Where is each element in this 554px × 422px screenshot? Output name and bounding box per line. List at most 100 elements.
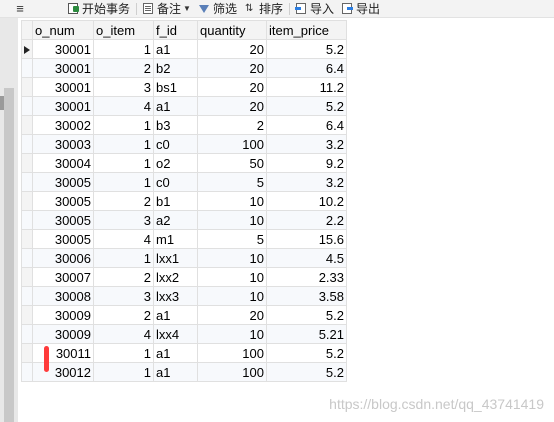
row-indicator[interactable]	[21, 305, 33, 325]
cell-item-price[interactable]: 2.2	[266, 210, 347, 230]
table-row[interactable]: 30002 1 b3 2 6.4	[21, 115, 347, 135]
cell-quantity[interactable]: 100	[197, 134, 267, 154]
cell-o-num[interactable]: 30001	[32, 58, 94, 78]
cell-quantity[interactable]: 5	[197, 172, 267, 192]
cell-o-num[interactable]: 30002	[32, 115, 94, 135]
filter-button[interactable]: 筛选	[195, 0, 241, 17]
cell-o-item[interactable]: 4	[93, 324, 154, 344]
cell-f-id[interactable]: b3	[153, 115, 198, 135]
cell-item-price[interactable]: 5.2	[266, 362, 347, 382]
cell-o-num[interactable]: 30011	[32, 343, 94, 363]
cell-o-item[interactable]: 1	[93, 153, 154, 173]
cell-f-id[interactable]: lxx4	[153, 324, 198, 344]
cell-o-item[interactable]: 3	[93, 286, 154, 306]
cell-o-item[interactable]: 3	[93, 210, 154, 230]
column-header-o-item[interactable]: o_item	[93, 20, 154, 40]
cell-quantity[interactable]: 20	[197, 96, 267, 116]
table-row[interactable]: 30005 1 c0 5 3.2	[21, 172, 347, 192]
table-row[interactable]: 30001 4 a1 20 5.2	[21, 96, 347, 116]
table-row[interactable]: 30005 3 a2 10 2.2	[21, 210, 347, 230]
cell-f-id[interactable]: lxx1	[153, 248, 198, 268]
cell-item-price[interactable]: 3.2	[266, 134, 347, 154]
table-row[interactable]: 30006 1 lxx1 10 4.5	[21, 248, 347, 268]
cell-quantity[interactable]: 2	[197, 115, 267, 135]
cell-quantity[interactable]: 10	[197, 324, 267, 344]
cell-o-num[interactable]: 30001	[32, 39, 94, 59]
cell-o-item[interactable]: 3	[93, 77, 154, 97]
cell-f-id[interactable]: a1	[153, 96, 198, 116]
cell-f-id[interactable]: c0	[153, 172, 198, 192]
row-indicator[interactable]	[21, 324, 33, 344]
cell-o-num[interactable]: 30009	[32, 324, 94, 344]
cell-f-id[interactable]: lxx2	[153, 267, 198, 287]
cell-f-id[interactable]: a2	[153, 210, 198, 230]
menu-icon[interactable]: ≡	[0, 0, 40, 17]
row-indicator[interactable]	[21, 77, 33, 97]
row-indicator[interactable]	[21, 153, 33, 173]
cell-o-num[interactable]: 30001	[32, 96, 94, 116]
cell-item-price[interactable]: 3.58	[266, 286, 347, 306]
cell-o-num[interactable]: 30008	[32, 286, 94, 306]
table-row[interactable]: 30001 3 bs1 20 11.2	[21, 77, 347, 97]
cell-quantity[interactable]: 10	[197, 286, 267, 306]
cell-o-item[interactable]: 1	[93, 362, 154, 382]
import-button[interactable]: 导入	[292, 0, 338, 17]
cell-f-id[interactable]: m1	[153, 229, 198, 249]
cell-item-price[interactable]: 4.5	[266, 248, 347, 268]
cell-f-id[interactable]: a1	[153, 39, 198, 59]
row-indicator[interactable]	[21, 267, 33, 287]
cell-item-price[interactable]: 5.2	[266, 343, 347, 363]
cell-quantity[interactable]: 50	[197, 153, 267, 173]
column-header-f-id[interactable]: f_id	[153, 20, 198, 40]
cell-quantity[interactable]: 100	[197, 362, 267, 382]
table-row[interactable]: 30005 2 b1 10 10.2	[21, 191, 347, 211]
cell-f-id[interactable]: a1	[153, 362, 198, 382]
row-indicator[interactable]	[21, 191, 33, 211]
cell-o-item[interactable]: 1	[93, 39, 154, 59]
cell-item-price[interactable]: 3.2	[266, 172, 347, 192]
cell-o-item[interactable]: 2	[93, 267, 154, 287]
cell-o-num[interactable]: 30005	[32, 172, 94, 192]
cell-o-item[interactable]: 1	[93, 115, 154, 135]
sort-button[interactable]: ⇅ 排序	[241, 0, 287, 17]
row-indicator[interactable]	[21, 343, 33, 363]
row-indicator[interactable]	[21, 115, 33, 135]
cell-quantity[interactable]: 10	[197, 191, 267, 211]
row-indicator[interactable]	[21, 39, 33, 59]
cell-o-num[interactable]: 30005	[32, 210, 94, 230]
table-row[interactable]: 30012 1 a1 100 5.2	[21, 362, 347, 382]
cell-o-item[interactable]: 2	[93, 305, 154, 325]
cell-quantity[interactable]: 20	[197, 77, 267, 97]
note-button[interactable]: 备注 ▼	[139, 0, 195, 17]
cell-f-id[interactable]: a1	[153, 343, 198, 363]
table-row[interactable]: 30008 3 lxx3 10 3.58	[21, 286, 347, 306]
row-indicator[interactable]	[21, 172, 33, 192]
cell-o-item[interactable]: 1	[93, 172, 154, 192]
row-indicator[interactable]	[21, 134, 33, 154]
cell-o-item[interactable]: 1	[93, 134, 154, 154]
row-indicator[interactable]	[21, 96, 33, 116]
cell-f-id[interactable]: b2	[153, 58, 198, 78]
cell-o-num[interactable]: 30007	[32, 267, 94, 287]
cell-item-price[interactable]: 6.4	[266, 115, 347, 135]
column-header-item-price[interactable]: item_price	[266, 20, 347, 40]
cell-quantity[interactable]: 10	[197, 248, 267, 268]
cell-o-item[interactable]: 2	[93, 191, 154, 211]
cell-o-num[interactable]: 30012	[32, 362, 94, 382]
cell-f-id[interactable]: o2	[153, 153, 198, 173]
cell-f-id[interactable]: c0	[153, 134, 198, 154]
cell-o-item[interactable]: 4	[93, 229, 154, 249]
begin-transaction-button[interactable]: 开始事务	[64, 0, 134, 17]
column-header-quantity[interactable]: quantity	[197, 20, 267, 40]
table-row[interactable]: 30001 2 b2 20 6.4	[21, 58, 347, 78]
table-row[interactable]: 30007 2 lxx2 10 2.33	[21, 267, 347, 287]
cell-item-price[interactable]: 2.33	[266, 267, 347, 287]
cell-f-id[interactable]: b1	[153, 191, 198, 211]
cell-item-price[interactable]: 10.2	[266, 191, 347, 211]
cell-o-num[interactable]: 30003	[32, 134, 94, 154]
cell-quantity[interactable]: 20	[197, 58, 267, 78]
table-row[interactable]: 30001 1 a1 20 5.2	[21, 39, 347, 59]
cell-quantity[interactable]: 10	[197, 210, 267, 230]
row-indicator[interactable]	[21, 362, 33, 382]
cell-f-id[interactable]: bs1	[153, 77, 198, 97]
